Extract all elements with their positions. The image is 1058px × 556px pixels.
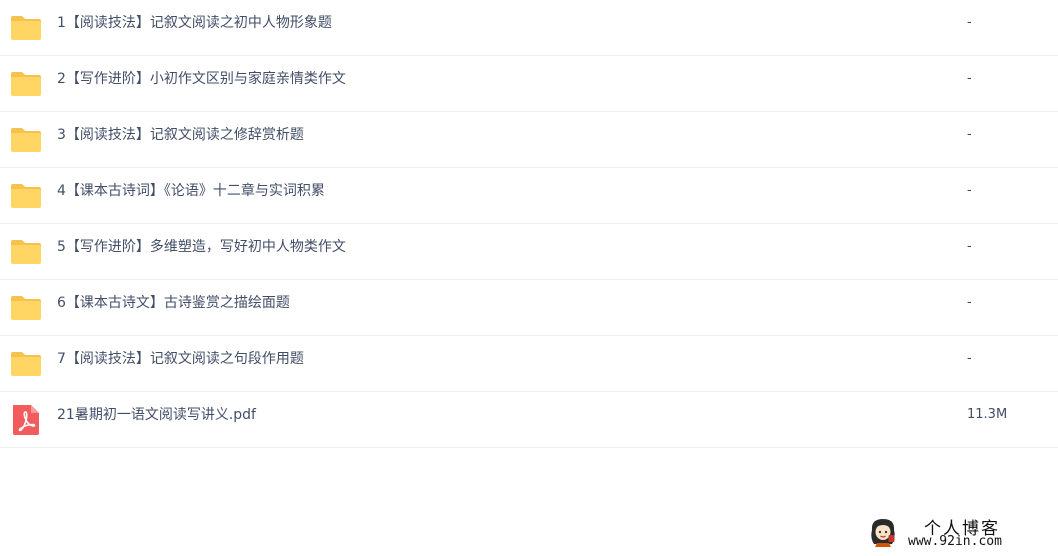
file-row[interactable]: 1【阅读技法】记叙文阅读之初中人物形象题 - bbox=[0, 0, 1058, 56]
file-row[interactable]: 7【阅读技法】记叙文阅读之句段作用题 - bbox=[0, 336, 1058, 392]
file-name[interactable]: 21暑期初一语文阅读写讲义.pdf bbox=[57, 392, 256, 448]
file-size: - bbox=[967, 295, 972, 310]
file-size: - bbox=[967, 15, 972, 30]
cartoon-avatar-icon bbox=[868, 516, 898, 548]
file-size: - bbox=[967, 183, 972, 198]
folder-icon bbox=[10, 68, 42, 100]
folder-icon bbox=[10, 180, 42, 212]
folder-icon bbox=[10, 292, 42, 324]
file-name[interactable]: 2【写作进阶】小初作文区别与家庭亲情类作文 bbox=[57, 56, 346, 112]
file-row[interactable]: 21暑期初一语文阅读写讲义.pdf 11.3M bbox=[0, 392, 1058, 448]
file-row[interactable]: 3【阅读技法】记叙文阅读之修辞赏析题 - bbox=[0, 112, 1058, 168]
file-name[interactable]: 6【课本古诗文】古诗鉴赏之描绘面题 bbox=[57, 280, 290, 336]
file-name[interactable]: 3【阅读技法】记叙文阅读之修辞赏析题 bbox=[57, 112, 304, 168]
file-list: 1【阅读技法】记叙文阅读之初中人物形象题 - 2【写作进阶】小初作文区别与家庭亲… bbox=[0, 0, 1058, 448]
file-row[interactable]: 5【写作进阶】多维塑造，写好初中人物类作文 - bbox=[0, 224, 1058, 280]
folder-icon bbox=[10, 236, 42, 268]
file-size: - bbox=[967, 71, 972, 86]
file-row[interactable]: 6【课本古诗文】古诗鉴赏之描绘面题 - bbox=[0, 280, 1058, 336]
file-size: 11.3M bbox=[967, 407, 1008, 422]
file-name[interactable]: 1【阅读技法】记叙文阅读之初中人物形象题 bbox=[57, 0, 332, 56]
folder-icon bbox=[10, 12, 42, 44]
pdf-file-icon bbox=[10, 404, 42, 436]
file-size: - bbox=[967, 239, 972, 254]
folder-icon bbox=[10, 124, 42, 156]
file-size: - bbox=[967, 351, 972, 366]
folder-icon bbox=[10, 348, 42, 380]
watermark: 个人博客 www.92in.com bbox=[864, 512, 1054, 552]
file-name[interactable]: 4【课本古诗词】《论语》十二章与实词积累 bbox=[57, 168, 325, 224]
file-name[interactable]: 7【阅读技法】记叙文阅读之句段作用题 bbox=[57, 336, 304, 392]
file-row[interactable]: 2【写作进阶】小初作文区别与家庭亲情类作文 - bbox=[0, 56, 1058, 112]
file-name[interactable]: 5【写作进阶】多维塑造，写好初中人物类作文 bbox=[57, 224, 346, 280]
file-row[interactable]: 4【课本古诗词】《论语》十二章与实词积累 - bbox=[0, 168, 1058, 224]
file-size: - bbox=[967, 127, 972, 142]
watermark-url: www.92in.com bbox=[908, 534, 1002, 549]
